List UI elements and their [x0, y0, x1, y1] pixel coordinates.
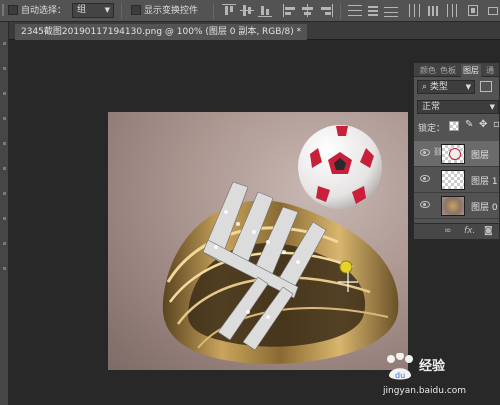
layers-panel-footer: ∞ fx. ◙	[414, 223, 499, 239]
fx-icon[interactable]: fx.	[464, 226, 475, 236]
svg-text:du: du	[395, 371, 405, 380]
layer-filter-dropdown[interactable]: ⌕ 类型 ▼	[417, 80, 475, 94]
align-hcenter-icon[interactable]	[301, 4, 315, 17]
lock-transparent-icon[interactable]	[449, 121, 459, 131]
tool-marker	[3, 92, 6, 95]
filter-kind-value: 类型	[429, 82, 448, 92]
tool-marker	[3, 267, 6, 270]
blend-mode-dropdown[interactable]: 正常 ▼	[417, 100, 499, 114]
options-bar: 自动选择： 组 ▼ 显示变换控件	[0, 0, 500, 22]
visibility-eye-icon[interactable]	[420, 175, 430, 182]
lock-position-icon[interactable]: ✥	[479, 119, 487, 130]
tab-swatches[interactable]: 色板	[438, 64, 458, 77]
tool-marker	[3, 242, 6, 245]
lock-row: 锁定： ✎ ✥ ▫	[418, 119, 500, 135]
link-layers-icon[interactable]: ∞	[444, 226, 452, 236]
watermark-url: jingyan.baidu.com	[383, 386, 467, 396]
layer-row[interactable]: 图层 1	[414, 167, 499, 193]
visibility-eye-icon[interactable]	[420, 149, 430, 156]
add-mask-icon[interactable]: ◙	[484, 226, 493, 236]
tools-panel-edge[interactable]	[0, 22, 9, 405]
distribute-bottom-icon[interactable]	[384, 4, 398, 17]
toolbar-divider	[121, 3, 122, 19]
document-tab-bar: 2345截图20190117194130.png @ 100% (图层 0 副本…	[9, 22, 500, 40]
tool-marker	[3, 42, 6, 45]
layers-panel: 颜色 色板 图层 通 ⌕ 类型 ▼ 正常 ▼ 锁定： ✎ ✥ ▫ ⛓ 图层 图层…	[413, 62, 500, 240]
auto-select-value: 组	[77, 5, 87, 15]
tool-marker	[3, 67, 6, 70]
align-left-icon[interactable]	[283, 4, 297, 17]
ball-thumb	[449, 148, 461, 160]
tool-marker	[3, 117, 6, 120]
show-transform-label: 显示变换控件	[144, 6, 199, 16]
move-tool-grip	[2, 4, 4, 18]
ring-photo	[162, 125, 399, 364]
auto-select-checkbox[interactable]	[8, 5, 18, 15]
paw-logo-icon: du	[387, 353, 413, 380]
show-transform-checkbox[interactable]	[131, 5, 141, 15]
chevron-down-icon: ▼	[104, 6, 110, 14]
chevron-down-icon: ▼	[489, 103, 495, 111]
layer-row[interactable]: ⛓ 图层	[414, 141, 499, 167]
3d-mode-icon[interactable]	[486, 4, 500, 17]
layer-thumbnail	[441, 144, 465, 164]
tool-marker	[3, 192, 6, 195]
layer-name: 图层 1	[471, 177, 498, 187]
distribute-top-icon[interactable]	[348, 4, 362, 17]
lock-image-icon[interactable]: ✎	[465, 119, 473, 130]
tool-marker	[3, 167, 6, 170]
layer-thumbnail	[441, 170, 465, 190]
document-tab[interactable]: 2345截图20190117194130.png @ 100% (图层 0 副本…	[15, 24, 308, 40]
image-filter-icon[interactable]	[480, 81, 492, 92]
align-right-icon[interactable]	[319, 4, 333, 17]
lock-label: 锁定：	[418, 124, 446, 134]
auto-select-label: 自动选择：	[21, 6, 67, 16]
layer-name: 图层 0	[471, 203, 498, 213]
baidu-jingyan-watermark: du 经验 jingyan.baidu.com	[383, 353, 498, 403]
lock-all-icon[interactable]: ▫	[493, 119, 500, 130]
document-canvas[interactable]	[108, 112, 408, 370]
align-bottom-icon[interactable]	[258, 4, 272, 17]
blend-mode-value: 正常	[422, 102, 441, 112]
auto-select-dropdown[interactable]: 组 ▼	[72, 3, 114, 18]
chevron-down-icon: ▼	[465, 83, 471, 91]
toolbar-divider	[213, 3, 214, 19]
tool-marker	[3, 217, 6, 220]
layer-name: 图层	[471, 151, 490, 161]
tab-color[interactable]: 颜色	[418, 64, 438, 77]
layer-thumbnail	[441, 196, 465, 216]
tab-channels[interactable]: 通	[484, 64, 496, 77]
distribute-right-icon[interactable]	[444, 4, 458, 17]
panel-tabs: 颜色 色板 图层 通	[414, 63, 499, 77]
document-tab-title: 2345截图20190117194130.png @ 100% (图层 0 副本…	[21, 27, 302, 37]
layer-row[interactable]: 图层 0	[414, 193, 499, 219]
tool-marker	[3, 142, 6, 145]
distribute-left-icon[interactable]	[408, 4, 422, 17]
align-top-icon[interactable]	[222, 4, 236, 17]
auto-align-icon[interactable]	[466, 4, 480, 17]
visibility-eye-icon[interactable]	[420, 201, 430, 208]
distribute-hcenter-icon[interactable]	[426, 4, 440, 17]
search-icon: ⌕	[422, 82, 430, 92]
toolbar-divider	[340, 3, 341, 19]
distribute-vcenter-icon[interactable]	[366, 4, 380, 17]
tab-layers[interactable]: 图层	[461, 64, 481, 77]
align-vcenter-icon[interactable]	[240, 4, 254, 17]
watermark-brand: 经验	[419, 359, 446, 374]
